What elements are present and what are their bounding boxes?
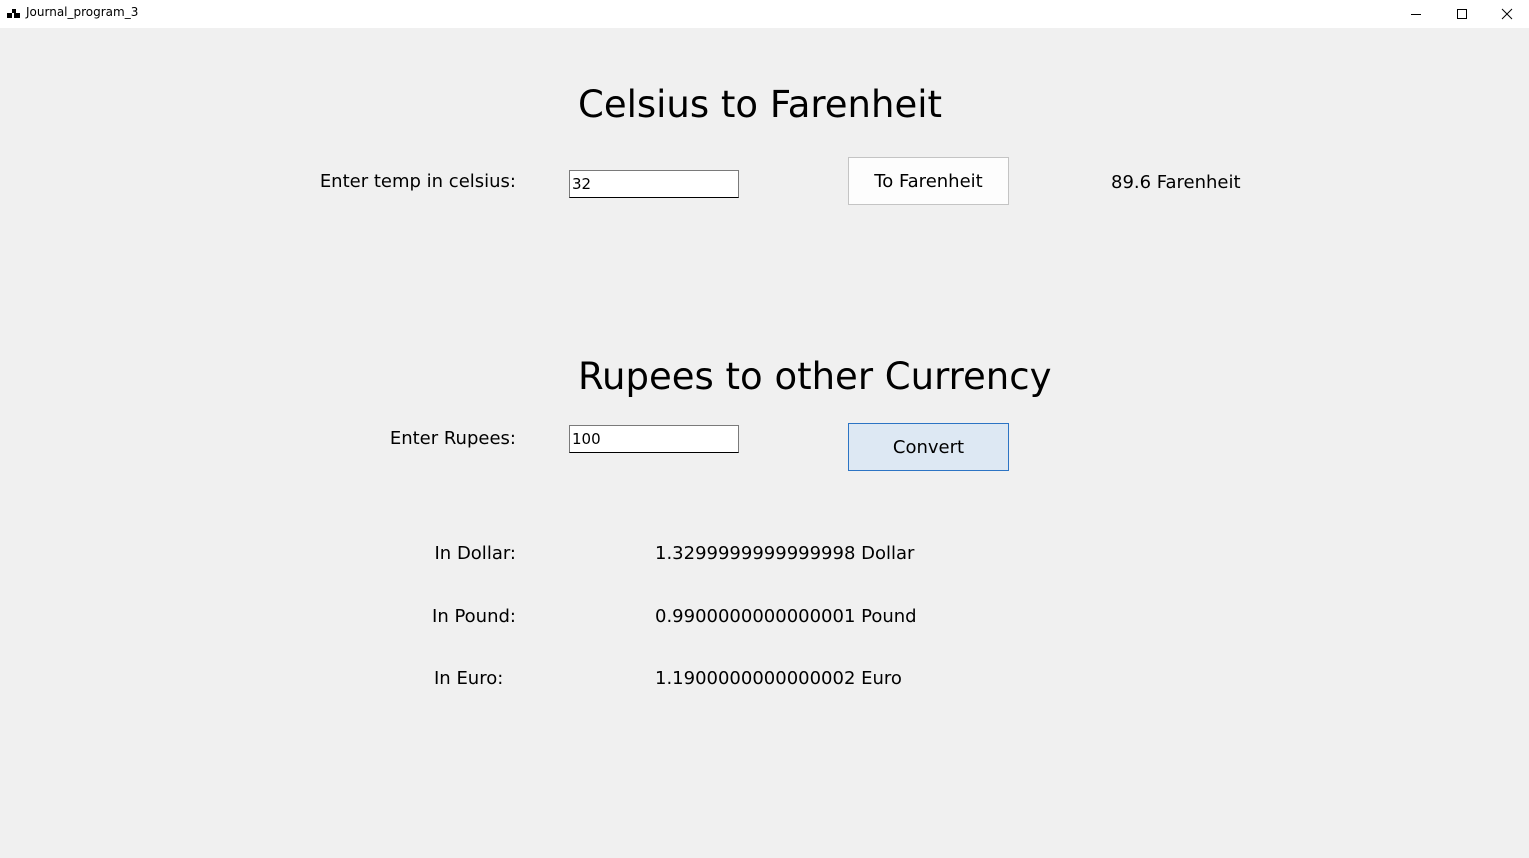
dollar-label: In Dollar: bbox=[434, 543, 517, 564]
app-window: Journal_program_3 Celsius to Farenheit E… bbox=[0, 0, 1529, 858]
euro-value: 1.1900000000000002 Euro bbox=[655, 668, 902, 689]
to-farenheit-button[interactable]: To Farenheit bbox=[848, 157, 1009, 205]
euro-label: In Euro: bbox=[434, 668, 504, 689]
title-bar[interactable]: Journal_program_3 bbox=[0, 0, 1529, 28]
window-title: Journal_program_3 bbox=[26, 5, 139, 19]
pound-label: In Pound: bbox=[432, 606, 516, 627]
rupees-input-label: Enter Rupees: bbox=[389, 428, 516, 449]
farenheit-result: 89.6 Farenheit bbox=[1111, 172, 1241, 193]
maximize-button[interactable] bbox=[1439, 0, 1485, 28]
maximize-icon bbox=[1456, 5, 1468, 24]
temperature-heading: Celsius to Farenheit bbox=[578, 83, 943, 126]
minimize-button[interactable] bbox=[1393, 0, 1439, 28]
celsius-input[interactable]: 32 bbox=[569, 170, 739, 198]
convert-button[interactable]: Convert bbox=[848, 423, 1009, 471]
rupees-input[interactable]: 100 bbox=[569, 425, 739, 453]
minimize-icon bbox=[1410, 5, 1422, 24]
currency-heading: Rupees to other Currency bbox=[578, 355, 1052, 398]
pound-value: 0.9900000000000001 Pound bbox=[655, 606, 917, 627]
app-icon bbox=[7, 5, 20, 18]
dollar-value: 1.3299999999999998 Dollar bbox=[655, 543, 915, 564]
celsius-input-label: Enter temp in celsius: bbox=[319, 171, 516, 192]
close-button[interactable] bbox=[1484, 0, 1529, 28]
close-icon bbox=[1501, 5, 1513, 24]
